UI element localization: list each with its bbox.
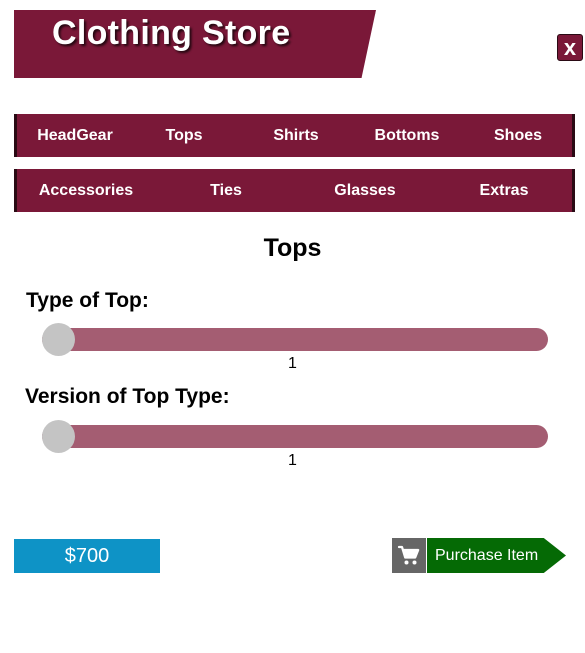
nav-item-accessories[interactable]: Accessories — [39, 169, 133, 212]
purchase-arrow[interactable]: Purchase Item — [427, 538, 566, 573]
close-button[interactable]: x — [557, 34, 583, 61]
version-of-top-type-value: 1 — [288, 452, 297, 469]
close-icon: x — [563, 35, 577, 60]
type-of-top-value: 1 — [288, 355, 297, 372]
nav-item-shoes[interactable]: Shoes — [494, 114, 542, 157]
purchase-item-label: Purchase Item — [435, 547, 539, 564]
nav-item-shirts[interactable]: Shirts — [273, 114, 318, 157]
version-of-top-type-label: Version of Top Type: — [25, 385, 230, 408]
type-of-top-slider-thumb[interactable] — [42, 323, 75, 356]
category-nav-row-2: Accessories Ties Glasses Extras — [14, 169, 575, 212]
type-of-top-label: Type of Top: — [26, 289, 149, 312]
nav-item-ties[interactable]: Ties — [210, 169, 242, 212]
cart-icon-box — [392, 538, 426, 573]
version-of-top-type-slider-thumb[interactable] — [42, 420, 75, 453]
shopping-cart-icon — [397, 545, 420, 565]
category-nav-row-1: HeadGear Tops Shirts Bottoms Shoes — [14, 114, 575, 157]
version-of-top-type-slider[interactable] — [42, 420, 548, 453]
price-display: $700 — [14, 539, 160, 573]
nav-item-extras[interactable]: Extras — [480, 169, 529, 212]
app-title: Clothing Store — [52, 14, 291, 52]
nav-item-glasses[interactable]: Glasses — [334, 169, 395, 212]
nav-item-tops[interactable]: Tops — [165, 114, 202, 157]
purchase-item-button[interactable]: Purchase Item — [392, 538, 566, 573]
nav-item-bottoms[interactable]: Bottoms — [375, 114, 440, 157]
nav-item-headgear[interactable]: HeadGear — [37, 114, 113, 157]
section-title: Tops — [263, 234, 322, 262]
type-of-top-slider[interactable] — [42, 323, 548, 356]
